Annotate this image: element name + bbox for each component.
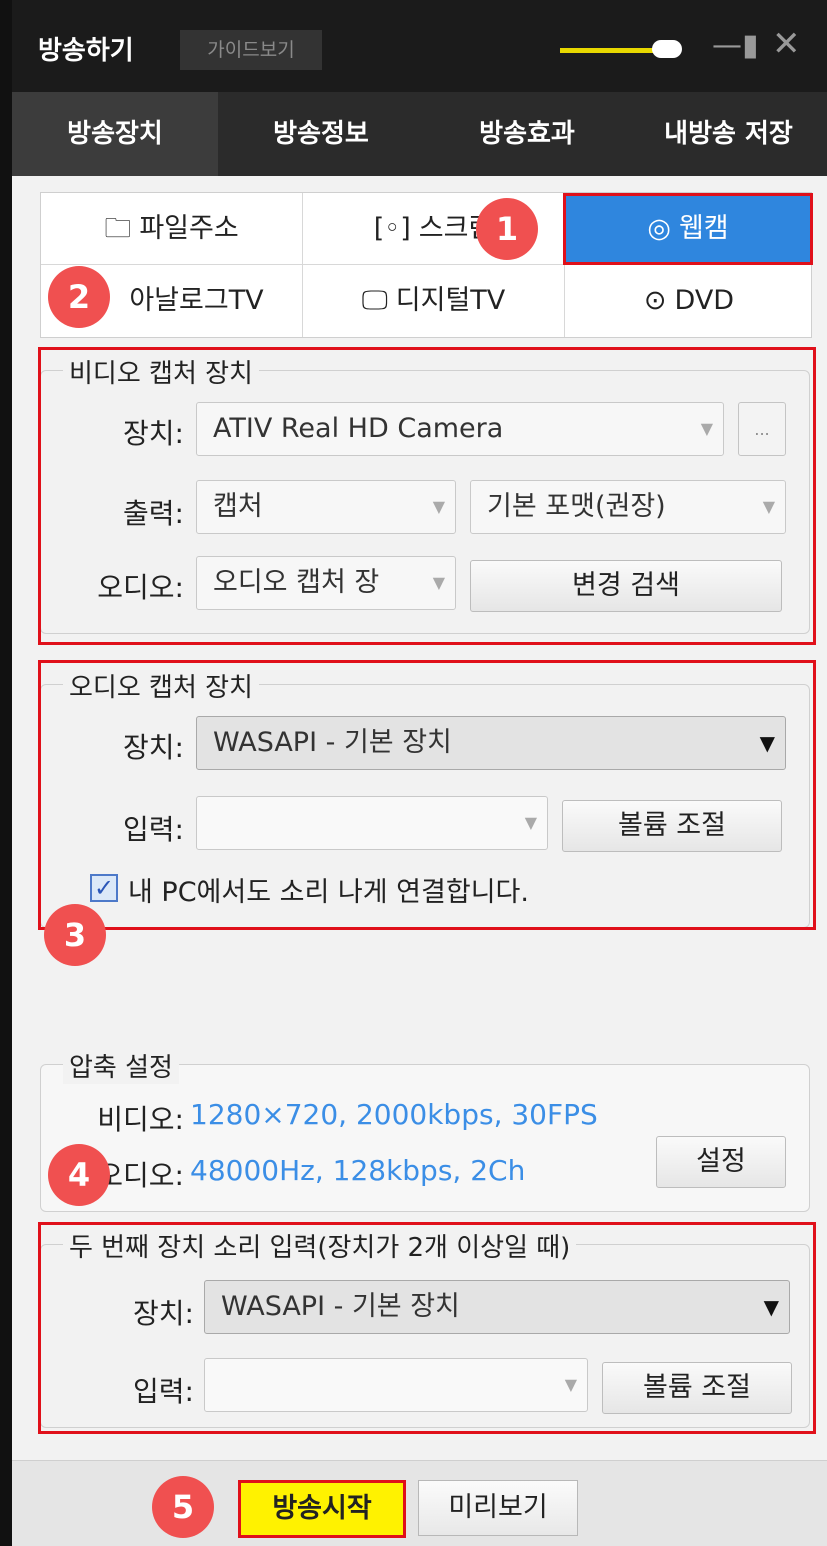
source-digital-button[interactable]: 🖵 디지털TV xyxy=(303,265,565,337)
video-audio-label: 오디오: xyxy=(97,571,184,604)
change-search-button[interactable]: 변경 검색 xyxy=(470,560,782,612)
chevron-down-icon: ▼ xyxy=(762,497,775,516)
source-file-button[interactable]: 🗀 파일주소 xyxy=(41,193,303,265)
title-bar: 방송하기 가이드보기 —▮ ✕ xyxy=(12,0,827,92)
video-device-more-button[interactable]: ... xyxy=(738,402,786,456)
monitor-icon: 🖵 xyxy=(361,285,388,316)
output-value: 캡처 xyxy=(213,491,263,522)
compression-audio-value: 48000Hz, 128kbps, 2Ch xyxy=(190,1154,526,1187)
tab-bar: 방송장치 방송정보 방송효과 내방송 저장 xyxy=(12,92,827,176)
compression-video-value: 1280×720, 2000kbps, 30FPS xyxy=(190,1098,598,1131)
chevron-down-icon: ▼ xyxy=(432,573,445,592)
screen-capture-icon: [◦] xyxy=(373,213,411,244)
callout-marker-2: 2 xyxy=(48,266,110,328)
source-digital-label: 디지털TV xyxy=(395,285,506,316)
second-device-label: 장치: xyxy=(133,1297,194,1330)
video-device-value: ATIV Real HD Camera xyxy=(213,413,504,444)
folder-icon: 🗀 xyxy=(104,213,132,244)
video-audio-select[interactable]: 오디오 캡처 장 ▼ xyxy=(196,556,456,610)
callout-marker-3: 3 xyxy=(44,904,106,966)
guide-button[interactable]: 가이드보기 xyxy=(180,30,322,70)
video-device-select[interactable]: ATIV Real HD Camera ▼ xyxy=(196,402,724,456)
output-label: 출력: xyxy=(123,497,184,530)
chevron-down-icon: ▼ xyxy=(524,813,537,832)
second-input-label: 입력: xyxy=(133,1375,194,1408)
window-title: 방송하기 xyxy=(38,36,134,66)
compression-video-label: 비디오: xyxy=(97,1103,184,1136)
caret-down-icon: ▼ xyxy=(763,1295,779,1319)
chevron-down-icon: ▼ xyxy=(700,419,713,438)
callout-marker-4: 4 xyxy=(48,1144,110,1206)
start-broadcast-button[interactable]: 방송시작 xyxy=(238,1480,406,1538)
compression-title: 압축 설정 xyxy=(63,1047,179,1084)
video-device-label: 장치: xyxy=(123,417,184,450)
callout-marker-5: 5 xyxy=(152,1476,214,1538)
source-file-label: 파일주소 xyxy=(139,213,239,244)
volume-slider[interactable] xyxy=(560,48,656,53)
audio-device-label: 장치: xyxy=(123,731,184,764)
output-select[interactable]: 캡처 ▼ xyxy=(196,480,456,534)
second-volume-button[interactable]: 볼륨 조절 xyxy=(602,1362,792,1414)
audio-input-select[interactable]: ▼ xyxy=(196,796,548,850)
audio-device-select[interactable]: WASAPI - 기본 장치 ▼ xyxy=(196,716,786,770)
chevron-down-icon: ▼ xyxy=(432,497,445,516)
video-audio-value: 오디오 캡처 장 xyxy=(213,567,380,598)
monitor-audio-checkbox[interactable]: ✓ xyxy=(90,874,118,902)
audio-volume-button[interactable]: 볼륨 조절 xyxy=(562,800,782,852)
format-value: 기본 포맷(권장) xyxy=(487,491,666,522)
second-input-select[interactable]: ▼ xyxy=(204,1358,588,1412)
pin-icon[interactable]: —▮ xyxy=(712,26,759,66)
audio-input-label: 입력: xyxy=(123,813,184,846)
volume-slider-handle[interactable] xyxy=(652,40,682,58)
chevron-down-icon: ▼ xyxy=(564,1375,577,1394)
disc-icon: ⊙ xyxy=(643,285,667,316)
close-icon[interactable]: ✕ xyxy=(772,24,801,64)
tab-effects[interactable]: 방송효과 xyxy=(424,92,630,176)
source-grid: 🗀 파일주소 [◦] 스크린 ◎ 웹캠 아날로그TV 🖵 디지털TV ⊙ DVD xyxy=(40,192,813,338)
compression-settings-button[interactable]: 설정 xyxy=(656,1136,786,1188)
tab-save[interactable]: 내방송 저장 xyxy=(630,92,827,176)
preview-button[interactable]: 미리보기 xyxy=(418,1480,578,1536)
tab-info[interactable]: 방송정보 xyxy=(218,92,424,176)
second-device-select[interactable]: WASAPI - 기본 장치 ▼ xyxy=(204,1280,790,1334)
source-webcam-button[interactable]: ◎ 웹캠 xyxy=(563,193,813,265)
monitor-audio-label: 내 PC에서도 소리 나게 연결합니다. xyxy=(128,877,529,908)
callout-marker-1: 1 xyxy=(476,198,538,260)
source-analog-label: 아날로그TV xyxy=(129,285,264,316)
source-dvd-label: DVD xyxy=(674,285,735,316)
webcam-icon: ◎ xyxy=(647,213,671,244)
format-select[interactable]: 기본 포맷(권장) ▼ xyxy=(470,480,786,534)
source-dvd-button[interactable]: ⊙ DVD xyxy=(565,265,813,337)
tab-device[interactable]: 방송장치 xyxy=(12,92,218,176)
audio-device-value: WASAPI - 기본 장치 xyxy=(213,727,452,758)
caret-down-icon: ▼ xyxy=(759,731,775,755)
source-webcam-label: 웹캠 xyxy=(678,213,729,244)
second-device-value: WASAPI - 기본 장치 xyxy=(221,1291,460,1322)
